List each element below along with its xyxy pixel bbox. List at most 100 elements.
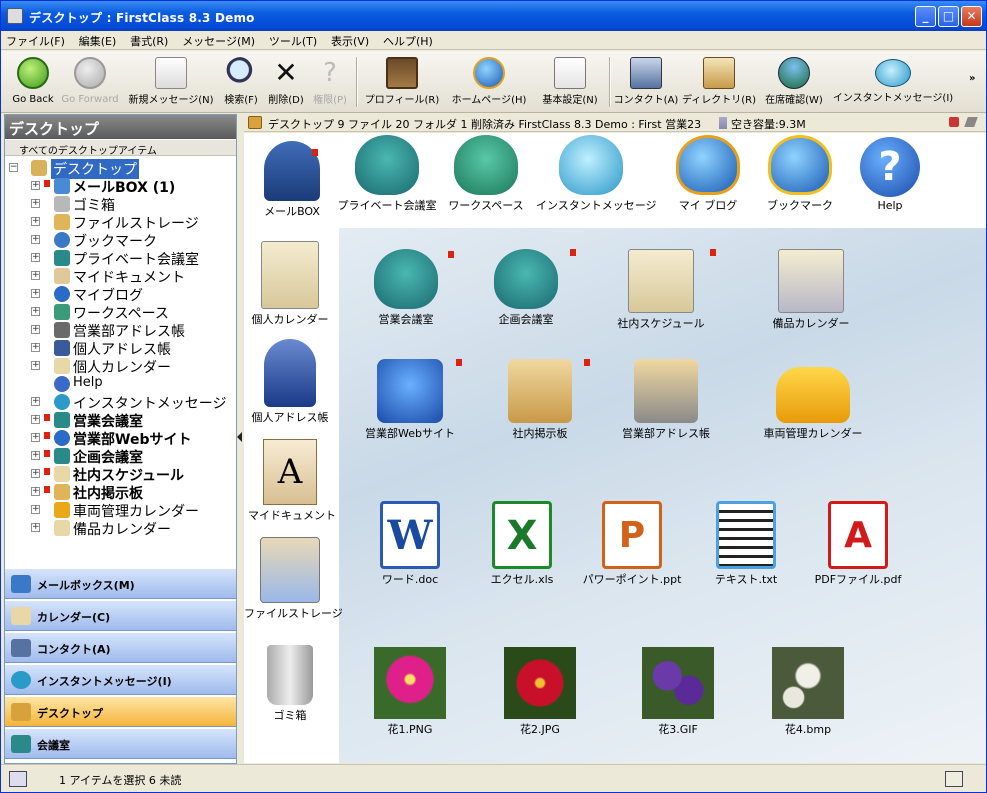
desktop-icon-workspace[interactable]: ワークスペース [446, 135, 526, 213]
menu-view[interactable]: 表示(V) [326, 31, 374, 49]
tree-item-mailbox[interactable]: + メールBOX (1) [5, 177, 236, 196]
menu-help[interactable]: ヘルプ(H) [378, 31, 438, 49]
minimize-button[interactable]: _ [915, 6, 936, 27]
tree-item-private-room[interactable]: + プライベート会議室 [5, 249, 236, 268]
file-word-doc[interactable]: W ワード.doc [368, 501, 452, 587]
menu-file[interactable]: ファイル(F) [1, 31, 70, 49]
expand-icon[interactable]: + [31, 181, 40, 190]
tree-item-trash[interactable]: + ゴミ箱 [5, 195, 236, 214]
expand-icon[interactable]: + [31, 271, 40, 280]
expand-icon[interactable]: + [31, 469, 40, 478]
tree-item-workspace[interactable]: + ワークスペース [5, 303, 236, 322]
menu-message[interactable]: メッセージ(M) [177, 31, 260, 49]
desktop-icon-sales-address-book[interactable]: 営業部アドレス帳 [616, 359, 716, 441]
nav-calendar-button[interactable]: カレンダー(C) [5, 600, 236, 631]
tree-item-my-blog[interactable]: + マイブログ [5, 285, 236, 304]
instant-message-button[interactable]: インスタントメッセージ(I) [831, 55, 955, 111]
menu-tools[interactable]: ツール(T) [264, 31, 322, 49]
new-message-button[interactable]: 新規メッセージ(N) [123, 55, 219, 111]
tree-item-personal-address-book[interactable]: + 個人アドレス帳 [5, 339, 236, 358]
delete-button[interactable]: ✕ 削除(D) [264, 55, 308, 111]
pane-splitter[interactable] [237, 114, 243, 764]
expand-icon[interactable]: + [31, 361, 40, 370]
contacts-button[interactable]: コンタクト(A) [613, 55, 679, 111]
profile-button[interactable]: プロフィール(R) [361, 55, 443, 111]
pane-subheader[interactable]: すべてのデスクトップアイテム [5, 140, 236, 157]
tree-item-equipment-calendar[interactable]: + 備品カレンダー [5, 519, 236, 538]
file-flower1-png[interactable]: 花1.PNG [370, 647, 450, 737]
tree-item-desktop[interactable]: − デスクトップ [5, 159, 236, 179]
tree-item-personal-calendar[interactable]: + 個人カレンダー [5, 357, 236, 376]
desktop-icon-bulletin-board[interactable]: 社内掲示板 [492, 359, 590, 441]
desktop-icon-instant-message[interactable]: インスタントメッセージ [536, 135, 657, 213]
expand-icon[interactable]: + [31, 487, 40, 496]
expand-icon[interactable]: + [31, 325, 40, 334]
nav-instant-message-button[interactable]: インスタントメッセージ(I) [5, 664, 236, 695]
expand-icon[interactable]: + [31, 307, 40, 316]
desktop-icon-my-documents[interactable]: A マイドキュメント [248, 439, 336, 523]
collapse-arrow-icon[interactable] [237, 432, 242, 442]
desktop-icon-personal-address-book[interactable]: 個人アドレス帳 [248, 339, 332, 425]
expand-icon[interactable]: + [31, 415, 40, 424]
tree-item-vehicle-calendar[interactable]: + 車両管理カレンダー [5, 501, 236, 520]
expand-icon[interactable]: + [31, 505, 40, 514]
tree-item-sales-address-book[interactable]: + 営業部アドレス帳 [5, 321, 236, 340]
file-flower2-jpg[interactable]: 花2.JPG [500, 647, 580, 737]
desktop-icon-help[interactable]: ? Help [854, 137, 926, 212]
desktop-icon-private-room[interactable]: プライベート会議室 [336, 135, 438, 213]
desktop-icon-bookmarks[interactable]: ブックマーク [764, 135, 836, 213]
forward-button[interactable]: Go Forward [59, 55, 121, 111]
desktop-icon-file-storage[interactable]: ファイルストレージ [244, 537, 343, 621]
flag-toggle-icon[interactable] [949, 117, 959, 127]
nav-conference-button[interactable]: 会議室 [5, 728, 236, 759]
toolbar-overflow-icon[interactable]: » [969, 73, 975, 84]
collapse-icon[interactable]: − [9, 163, 18, 172]
title-bar[interactable]: デスクトップ : FirstClass 8.3 Demo _ □ ✕ [1, 1, 986, 31]
menu-edit[interactable]: 編集(E) [74, 31, 122, 49]
tree-item-help[interactable]: Help [5, 375, 236, 393]
tree-item-company-schedule[interactable]: + 社内スケジュール [5, 465, 236, 484]
desktop-icon-vehicle-calendar[interactable]: 車両管理カレンダー [756, 359, 870, 441]
file-pdf[interactable]: A PDFファイル.pdf [812, 501, 904, 587]
preferences-button[interactable]: 基本設定(N) [535, 55, 605, 111]
expand-icon[interactable]: + [31, 235, 40, 244]
desktop-icon-mailbox[interactable]: メールBOX [252, 141, 332, 219]
pencil-icon[interactable] [964, 117, 978, 127]
tree-item-planning-meeting[interactable]: + 企画会議室 [5, 447, 236, 466]
expand-icon[interactable]: + [31, 289, 40, 298]
tree-item-my-documents[interactable]: + マイドキュメント [5, 267, 236, 286]
desktop-icon-planning-meeting[interactable]: 企画会議室 [476, 249, 576, 327]
tree-item-file-storage[interactable]: + ファイルストレージ [5, 213, 236, 232]
file-text-txt[interactable]: テキスト.txt [704, 501, 788, 587]
expand-icon[interactable]: + [31, 397, 40, 406]
file-excel-xls[interactable]: X エクセル.xls [480, 501, 564, 587]
tree-item-sales-website[interactable]: + 営業部Webサイト [5, 429, 236, 448]
desktop-icon-company-schedule[interactable]: 社内スケジュール [606, 249, 716, 331]
expand-icon[interactable]: + [31, 343, 40, 352]
maximize-button[interactable]: □ [938, 6, 959, 27]
expand-icon[interactable]: + [31, 253, 40, 262]
desktop-icon-sales-meeting[interactable]: 営業会議室 [356, 249, 456, 327]
expand-icon[interactable]: + [31, 523, 40, 532]
view-toggle-icon[interactable] [945, 771, 963, 787]
privileges-button[interactable]: ? 権限(P) [308, 55, 352, 111]
expand-icon[interactable]: + [31, 433, 40, 442]
tree-item-bulletin-board[interactable]: + 社内掲示板 [5, 483, 236, 502]
tree-item-instant-message[interactable]: + インスタントメッセージ [5, 393, 236, 412]
presence-button[interactable]: 在席確認(W) [759, 55, 829, 111]
nav-mailbox-button[interactable]: メールボックス(M) [5, 568, 236, 599]
expand-icon[interactable]: + [31, 451, 40, 460]
desktop-icon-my-blog[interactable]: マイ ブログ [672, 135, 744, 213]
menu-format[interactable]: 書式(R) [125, 31, 173, 49]
nav-contacts-button[interactable]: コンタクト(A) [5, 632, 236, 663]
expand-icon[interactable]: + [31, 217, 40, 226]
back-button[interactable]: Go Back [7, 55, 59, 111]
desktop-icon-sales-website[interactable]: 営業部Webサイト [356, 359, 464, 441]
desktop-icon-personal-calendar[interactable]: 個人カレンダー [248, 241, 332, 327]
nav-desktop-button[interactable]: デスクトップ [5, 696, 236, 727]
panel-toggle-icon[interactable] [9, 771, 27, 787]
search-button[interactable]: 検索(F) [220, 55, 262, 111]
homepage-button[interactable]: ホームページ(H) [445, 55, 533, 111]
tree-item-bookmarks[interactable]: + ブックマーク [5, 231, 236, 250]
file-powerpoint-ppt[interactable]: P パワーポイント.ppt [580, 501, 684, 587]
